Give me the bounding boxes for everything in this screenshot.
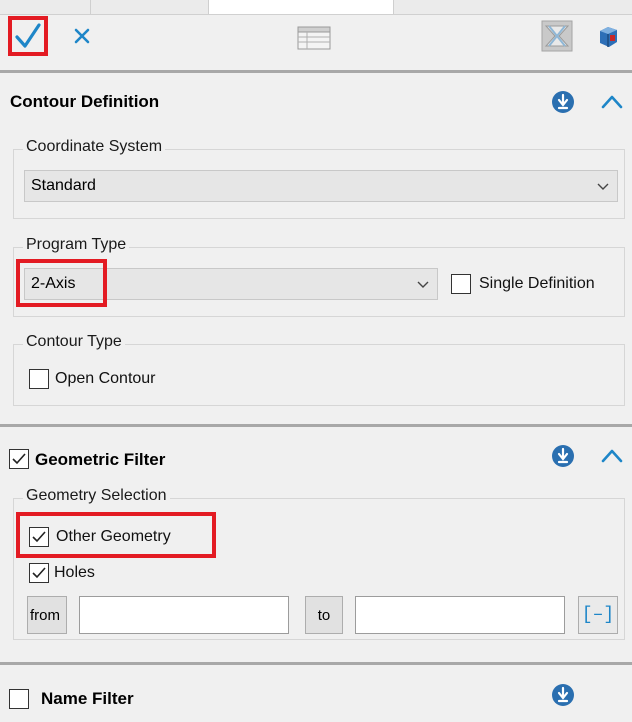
- range-select-button[interactable]: [–]: [578, 596, 618, 634]
- to-button[interactable]: to: [305, 596, 343, 634]
- program-type-label: Program Type: [23, 236, 130, 254]
- from-button-label: from: [30, 606, 60, 624]
- active-tab[interactable]: [208, 0, 394, 14]
- checkmark-icon: [12, 453, 26, 465]
- to-field[interactable]: [355, 596, 565, 634]
- chevron-down-icon: [409, 279, 437, 289]
- single-definition-checkbox[interactable]: [451, 274, 471, 294]
- geometric-filter-title: Geometric Filter: [35, 450, 166, 469]
- single-definition-label: Single Definition: [479, 275, 595, 292]
- contour-type-label: Contour Type: [23, 333, 125, 351]
- to-button-label: to: [317, 606, 331, 624]
- geometric-filter-pin-button[interactable]: [549, 442, 577, 470]
- open-contour-label: Open Contour: [55, 370, 156, 387]
- name-filter-title: Name Filter: [41, 689, 134, 708]
- cancel-button[interactable]: [68, 22, 96, 50]
- checkmark-icon: [32, 567, 46, 579]
- name-filter-pin-button[interactable]: [549, 681, 577, 709]
- table-view-button[interactable]: [296, 25, 332, 51]
- range-select-label: [–]: [581, 605, 615, 625]
- chevron-up-icon: [601, 95, 623, 109]
- dialog-tab-strip: [0, 0, 632, 15]
- filter-icon: [541, 20, 573, 52]
- coordinate-system-select[interactable]: Standard: [24, 170, 618, 202]
- coordinate-system-label: Coordinate System: [23, 138, 166, 156]
- name-filter-checkbox[interactable]: [9, 689, 29, 709]
- geometric-filter-checkbox[interactable]: [9, 449, 29, 469]
- contour-definition-pin-button[interactable]: [549, 88, 577, 116]
- open-contour-checkbox[interactable]: [29, 369, 49, 389]
- pin-icon: [552, 684, 574, 706]
- other-geometry-highlight: [16, 512, 216, 558]
- cube-icon: [600, 27, 617, 47]
- tab-separator: [90, 0, 91, 14]
- section-divider: [0, 662, 632, 665]
- contour-definition-collapse-button[interactable]: [597, 88, 627, 116]
- pin-icon: [552, 445, 574, 467]
- geometry-selection-label: Geometry Selection: [23, 487, 170, 505]
- view-cube-button[interactable]: [594, 22, 624, 52]
- coordinate-system-value: Standard: [31, 177, 96, 194]
- program-type-highlight: [16, 259, 107, 307]
- ok-button[interactable]: [8, 16, 48, 56]
- close-icon: [74, 28, 90, 44]
- geometry-filter-button[interactable]: [541, 20, 573, 52]
- pin-icon: [552, 91, 574, 113]
- chevron-up-icon: [601, 449, 623, 463]
- contour-definition-title: Contour Definition: [10, 92, 160, 111]
- chevron-down-icon: [589, 181, 617, 191]
- checkmark-icon: [15, 23, 41, 48]
- table-icon: [297, 26, 331, 50]
- holes-checkbox[interactable]: [29, 563, 49, 583]
- section-divider: [0, 424, 632, 427]
- from-button[interactable]: from: [27, 596, 67, 634]
- from-field[interactable]: [79, 596, 289, 634]
- geometric-filter-collapse-button[interactable]: [597, 442, 627, 470]
- holes-label: Holes: [54, 564, 95, 581]
- toolbar-divider: [0, 70, 632, 73]
